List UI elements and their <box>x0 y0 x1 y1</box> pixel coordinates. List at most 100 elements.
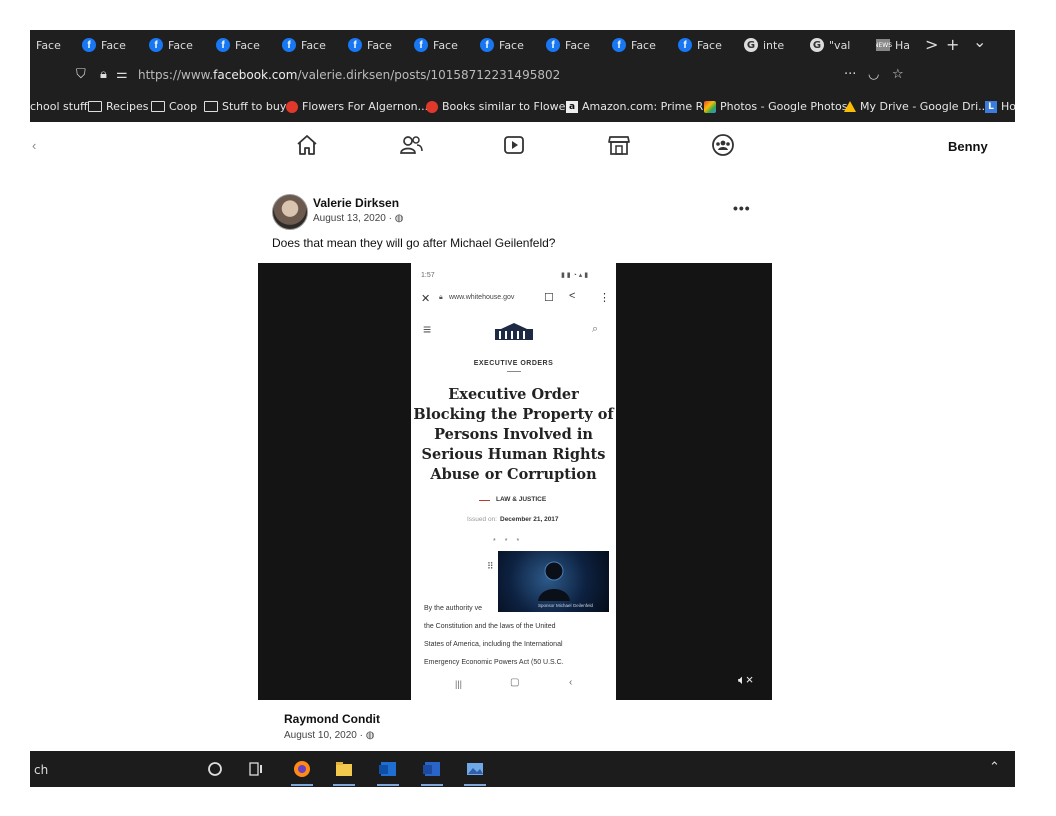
groups-icon[interactable] <box>710 132 736 158</box>
tab[interactable]: Face <box>36 36 61 54</box>
tab[interactable]: NEWS Ha <box>876 36 910 54</box>
outlook-icon[interactable] <box>378 760 398 778</box>
facebook-icon: f <box>480 38 494 52</box>
bookmark-folder[interactable]: Stuff to buy <box>204 100 286 113</box>
active-app-indicator <box>421 784 443 786</box>
system-tray-chevron-icon[interactable]: ⌃ <box>989 760 1000 775</box>
tab[interactable]: f Face <box>348 36 392 54</box>
shield-icon[interactable]: ⛉ <box>76 67 86 82</box>
tab[interactable]: f Face <box>612 36 656 54</box>
facebook-icon: f <box>149 38 163 52</box>
tab[interactable]: f Face <box>216 36 260 54</box>
tab-label: Face <box>168 38 193 52</box>
bookmark-folder[interactable]: Coop <box>151 100 197 113</box>
issued-date: December 21, 2017 <box>500 516 559 523</box>
tab[interactable]: f Face <box>480 36 524 54</box>
tab[interactable]: G "val <box>810 36 850 54</box>
comment-date[interactable]: August 10, 2020 · ◍ <box>284 730 374 741</box>
comment-author[interactable]: Raymond Condit <box>284 712 380 726</box>
tab[interactable]: f Face <box>149 36 193 54</box>
post-date[interactable]: August 13, 2020 · ◍ <box>313 213 403 224</box>
active-app-indicator <box>377 784 399 786</box>
bookmark-label: chool stuff <box>30 100 88 113</box>
url-text[interactable]: https://www.facebook.com/valerie.dirksen… <box>138 68 560 82</box>
taskbar-search[interactable]: ch <box>34 763 48 777</box>
bookmark[interactable]: L Ho <box>985 100 1015 113</box>
url-domain: facebook.com <box>213 68 298 82</box>
friends-icon[interactable] <box>398 132 424 158</box>
tab[interactable]: f Face <box>414 36 458 54</box>
tab-scroll-button[interactable]: > <box>925 35 938 54</box>
avatar[interactable] <box>272 194 308 230</box>
firefox-icon[interactable] <box>292 760 312 778</box>
bookmark-label: Books similar to Flowe... <box>442 100 576 113</box>
body-line: States of America, including the Interna… <box>424 641 563 648</box>
news-icon: NEWS <box>876 39 892 51</box>
tab-label: Face <box>101 38 126 52</box>
google-icon: G <box>744 38 758 52</box>
tab[interactable]: f Face <box>82 36 126 54</box>
bookmark-label: Stuff to buy <box>222 100 287 113</box>
hamburger-icon: ≡ <box>423 321 432 337</box>
photos-app-icon[interactable] <box>465 760 485 778</box>
reddit-icon <box>286 100 298 113</box>
word-icon[interactable] <box>422 760 442 778</box>
back-chevron-icon[interactable]: ‹ <box>32 138 36 153</box>
address-bar[interactable]: ⛉ 🔒︎ ⚌ https://www.facebook.com/valerie.… <box>30 62 1015 90</box>
post-date-text: August 13, 2020 · <box>313 213 395 224</box>
tab[interactable]: f Face <box>282 36 326 54</box>
marketplace-icon[interactable] <box>606 132 632 158</box>
status-time: 1:57 <box>421 272 435 279</box>
profile-name[interactable]: Benny <box>948 139 988 154</box>
bookmark[interactable]: My Drive - Google Dri... <box>844 100 989 113</box>
facebook-icon: f <box>282 38 296 52</box>
tab-label: Face <box>36 38 61 52</box>
tab-label: Ha <box>895 38 911 52</box>
task-view-icon[interactable] <box>246 760 266 778</box>
home-icon[interactable] <box>294 132 320 158</box>
tab-label: inte <box>763 38 785 52</box>
new-tab-button[interactable]: + <box>946 35 959 54</box>
tab-list-button[interactable]: ⌄ <box>973 32 986 51</box>
home-button-icon: ▢ <box>510 677 520 688</box>
lock-icon[interactable]: 🔒︎ <box>100 67 107 82</box>
menu-dots-icon: ⋮ <box>599 292 610 304</box>
phone-screenshot: 1:57 ▮ ▮ ◔ ▴ ▮ ✕ 🔒︎ www.whitehouse.gov ☐… <box>411 263 616 700</box>
facebook-icon: f <box>546 38 560 52</box>
page-actions-button[interactable]: ··· <box>844 67 856 82</box>
divider <box>507 371 521 372</box>
tab-label: Face <box>367 38 392 52</box>
tab[interactable]: Ginte <box>744 36 784 54</box>
bookmark[interactable]: a Amazon.com: Prime R... <box>566 100 713 113</box>
google-drive-icon <box>844 101 856 112</box>
folder-icon <box>204 101 218 112</box>
post-author[interactable]: Valerie Dirksen <box>313 196 399 210</box>
folder-icon <box>88 101 102 112</box>
bookmark[interactable]: chool stuff <box>30 100 88 113</box>
globe-icon: ◍ <box>365 730 375 741</box>
pocket-icon[interactable]: ◡ <box>868 67 879 82</box>
tab[interactable]: f Face <box>546 36 590 54</box>
bookmark-star-icon[interactable]: ☆ <box>892 67 904 82</box>
permissions-icon[interactable]: ⚌ <box>116 67 128 82</box>
bookmark-label: Recipes <box>106 100 149 113</box>
bookmark-icon: ☐ <box>544 292 554 304</box>
tab[interactable]: f Face <box>678 36 722 54</box>
bookmark[interactable]: Photos - Google Photos <box>704 100 847 113</box>
mute-icon[interactable]: 🔈︎× <box>738 672 753 688</box>
tab-label: Face <box>499 38 524 52</box>
active-app-indicator <box>333 784 355 786</box>
facebook-icon: f <box>82 38 96 52</box>
tab-label: Face <box>631 38 656 52</box>
bookmark-folder[interactable]: Recipes <box>88 100 149 113</box>
bookmark[interactable]: Books similar to Flowe... <box>426 100 576 113</box>
video-thumbnail[interactable]: Sponsor Michael Geilenfeld <box>498 551 609 612</box>
bookmark[interactable]: Flowers For Algernon.... <box>286 100 432 113</box>
facebook-icon: f <box>678 38 692 52</box>
more-options-button[interactable]: ••• <box>733 200 751 216</box>
cortana-icon[interactable] <box>205 760 225 778</box>
tab-label: Face <box>301 38 326 52</box>
google-icon: G <box>810 38 824 52</box>
watch-icon[interactable] <box>501 132 527 158</box>
file-explorer-icon[interactable] <box>334 760 354 778</box>
